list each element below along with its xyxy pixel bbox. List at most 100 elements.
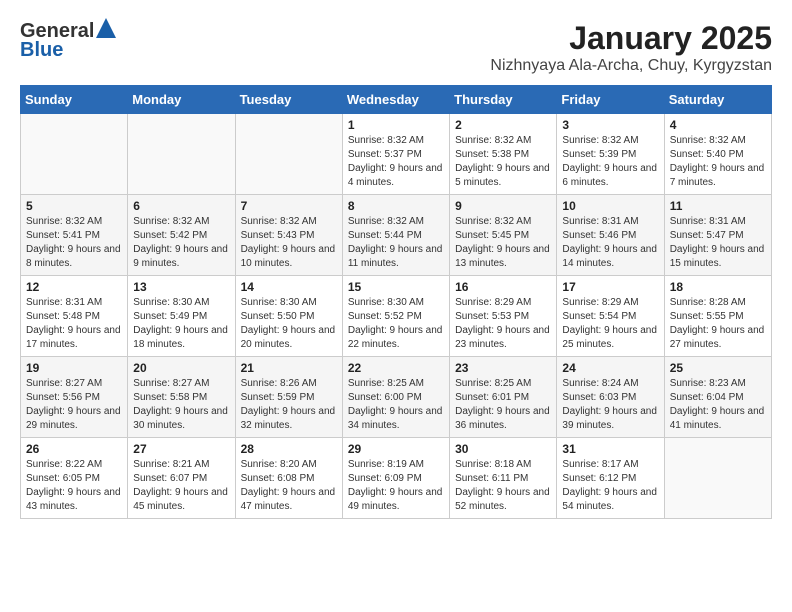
day-info: Sunrise: 8:19 AM Sunset: 6:09 PM Dayligh…: [348, 458, 444, 514]
header-row: Sunday Monday Tuesday Wednesday Thursday…: [21, 86, 772, 114]
calendar-table: Sunday Monday Tuesday Wednesday Thursday…: [20, 85, 772, 519]
header-thursday: Thursday: [450, 86, 557, 114]
day-number: 4: [670, 118, 766, 132]
calendar-cell: 26 Sunrise: 8:22 AM Sunset: 6:05 PM Dayli…: [21, 438, 128, 519]
day-number: 6: [133, 199, 229, 213]
logo-blue: Blue: [20, 39, 63, 62]
calendar-cell: 1Sunrise: 8:32 AM Sunset: 5:37 PM Daylig…: [342, 114, 449, 195]
day-info: Sunrise: 8:23 AM Sunset: 6:04 PM Dayligh…: [670, 377, 766, 433]
day-info: Sunrise: 8:31 AM Sunset: 5:47 PM Dayligh…: [670, 215, 766, 271]
day-info: Sunrise: 8:26 AM Sunset: 5:59 PM Dayligh…: [241, 377, 337, 433]
calendar-cell: 16 Sunrise: 8:29 AM Sunset: 5:53 PM Dayli…: [450, 276, 557, 357]
day-number: 30: [455, 442, 551, 456]
calendar-cell: 12 Sunrise: 8:31 AM Sunset: 5:48 PM Dayli…: [21, 276, 128, 357]
day-number: 11: [670, 199, 766, 213]
calendar-cell: 7 Sunrise: 8:32 AM Sunset: 5:43 PM Daylig…: [235, 195, 342, 276]
day-info: Sunrise: 8:25 AM Sunset: 6:00 PM Dayligh…: [348, 377, 444, 433]
day-info: Sunrise: 8:32 AM Sunset: 5:38 PM Dayligh…: [455, 134, 551, 190]
calendar-cell: 6 Sunrise: 8:32 AM Sunset: 5:42 PM Daylig…: [128, 195, 235, 276]
day-number: 14: [241, 280, 337, 294]
week-row-5: 26 Sunrise: 8:22 AM Sunset: 6:05 PM Dayli…: [21, 438, 772, 519]
calendar-cell: 19 Sunrise: 8:27 AM Sunset: 5:56 PM Dayli…: [21, 357, 128, 438]
calendar-header: Sunday Monday Tuesday Wednesday Thursday…: [21, 86, 772, 114]
day-number: 17: [562, 280, 658, 294]
calendar-cell: 22 Sunrise: 8:25 AM Sunset: 6:00 PM Dayli…: [342, 357, 449, 438]
calendar-body: 1Sunrise: 8:32 AM Sunset: 5:37 PM Daylig…: [21, 114, 772, 519]
calendar-cell: 30 Sunrise: 8:18 AM Sunset: 6:11 PM Dayli…: [450, 438, 557, 519]
day-info: Sunrise: 8:31 AM Sunset: 5:46 PM Dayligh…: [562, 215, 658, 271]
day-info: Sunrise: 8:32 AM Sunset: 5:41 PM Dayligh…: [26, 215, 122, 271]
day-number: 31: [562, 442, 658, 456]
header-sunday: Sunday: [21, 86, 128, 114]
day-info: Sunrise: 8:30 AM Sunset: 5:50 PM Dayligh…: [241, 296, 337, 352]
day-info: Sunrise: 8:32 AM Sunset: 5:40 PM Dayligh…: [670, 134, 766, 190]
calendar-cell: 13Sunrise: 8:30 AM Sunset: 5:49 PM Dayli…: [128, 276, 235, 357]
calendar-cell: 14 Sunrise: 8:30 AM Sunset: 5:50 PM Dayli…: [235, 276, 342, 357]
calendar-cell: 21 Sunrise: 8:26 AM Sunset: 5:59 PM Dayli…: [235, 357, 342, 438]
day-info: Sunrise: 8:29 AM Sunset: 5:53 PM Dayligh…: [455, 296, 551, 352]
day-number: 24: [562, 361, 658, 375]
calendar-cell: 20Sunrise: 8:27 AM Sunset: 5:58 PM Dayli…: [128, 357, 235, 438]
calendar-cell: 4 Sunrise: 8:32 AM Sunset: 5:40 PM Daylig…: [664, 114, 771, 195]
logo: General Blue: [20, 20, 116, 62]
day-number: 9: [455, 199, 551, 213]
calendar-cell: 31Sunrise: 8:17 AM Sunset: 6:12 PM Dayli…: [557, 438, 664, 519]
day-info: Sunrise: 8:32 AM Sunset: 5:44 PM Dayligh…: [348, 215, 444, 271]
title-section: January 2025 Nizhnyaya Ala-Archa, Chuy, …: [490, 20, 772, 75]
day-info: Sunrise: 8:32 AM Sunset: 5:45 PM Dayligh…: [455, 215, 551, 271]
calendar-cell: 29 Sunrise: 8:19 AM Sunset: 6:09 PM Dayli…: [342, 438, 449, 519]
day-info: Sunrise: 8:32 AM Sunset: 5:37 PM Dayligh…: [348, 134, 444, 190]
day-number: 18: [670, 280, 766, 294]
header-tuesday: Tuesday: [235, 86, 342, 114]
day-number: 26: [26, 442, 122, 456]
day-info: Sunrise: 8:32 AM Sunset: 5:43 PM Dayligh…: [241, 215, 337, 271]
calendar-cell: 24 Sunrise: 8:24 AM Sunset: 6:03 PM Dayli…: [557, 357, 664, 438]
calendar-cell: [128, 114, 235, 195]
day-info: Sunrise: 8:24 AM Sunset: 6:03 PM Dayligh…: [562, 377, 658, 433]
day-number: 5: [26, 199, 122, 213]
day-number: 19: [26, 361, 122, 375]
calendar-cell: 25Sunrise: 8:23 AM Sunset: 6:04 PM Dayli…: [664, 357, 771, 438]
week-row-4: 19 Sunrise: 8:27 AM Sunset: 5:56 PM Dayli…: [21, 357, 772, 438]
calendar-cell: 8Sunrise: 8:32 AM Sunset: 5:44 PM Daylig…: [342, 195, 449, 276]
calendar-cell: 15 Sunrise: 8:30 AM Sunset: 5:52 PM Dayli…: [342, 276, 449, 357]
calendar-cell: [664, 438, 771, 519]
day-info: Sunrise: 8:32 AM Sunset: 5:42 PM Dayligh…: [133, 215, 229, 271]
day-number: 16: [455, 280, 551, 294]
calendar-cell: [235, 114, 342, 195]
header-monday: Monday: [128, 86, 235, 114]
day-info: Sunrise: 8:29 AM Sunset: 5:54 PM Dayligh…: [562, 296, 658, 352]
day-info: Sunrise: 8:27 AM Sunset: 5:58 PM Dayligh…: [133, 377, 229, 433]
calendar-cell: 17 Sunrise: 8:29 AM Sunset: 5:54 PM Dayli…: [557, 276, 664, 357]
calendar-cell: 2Sunrise: 8:32 AM Sunset: 5:38 PM Daylig…: [450, 114, 557, 195]
day-number: 23: [455, 361, 551, 375]
day-number: 29: [348, 442, 444, 456]
day-info: Sunrise: 8:27 AM Sunset: 5:56 PM Dayligh…: [26, 377, 122, 433]
day-number: 21: [241, 361, 337, 375]
calendar-cell: 10 Sunrise: 8:31 AM Sunset: 5:46 PM Dayli…: [557, 195, 664, 276]
day-info: Sunrise: 8:18 AM Sunset: 6:11 PM Dayligh…: [455, 458, 551, 514]
calendar-cell: [21, 114, 128, 195]
header-friday: Friday: [557, 86, 664, 114]
calendar-cell: 11 Sunrise: 8:31 AM Sunset: 5:47 PM Dayli…: [664, 195, 771, 276]
calendar-cell: 18Sunrise: 8:28 AM Sunset: 5:55 PM Dayli…: [664, 276, 771, 357]
week-row-2: 5 Sunrise: 8:32 AM Sunset: 5:41 PM Daylig…: [21, 195, 772, 276]
day-number: 12: [26, 280, 122, 294]
day-number: 22: [348, 361, 444, 375]
week-row-1: 1Sunrise: 8:32 AM Sunset: 5:37 PM Daylig…: [21, 114, 772, 195]
day-info: Sunrise: 8:22 AM Sunset: 6:05 PM Dayligh…: [26, 458, 122, 514]
day-info: Sunrise: 8:20 AM Sunset: 6:08 PM Dayligh…: [241, 458, 337, 514]
day-number: 15: [348, 280, 444, 294]
calendar-cell: 27Sunrise: 8:21 AM Sunset: 6:07 PM Dayli…: [128, 438, 235, 519]
calendar-cell: 3 Sunrise: 8:32 AM Sunset: 5:39 PM Daylig…: [557, 114, 664, 195]
day-number: 10: [562, 199, 658, 213]
day-info: Sunrise: 8:25 AM Sunset: 6:01 PM Dayligh…: [455, 377, 551, 433]
day-info: Sunrise: 8:30 AM Sunset: 5:52 PM Dayligh…: [348, 296, 444, 352]
day-number: 28: [241, 442, 337, 456]
day-number: 3: [562, 118, 658, 132]
day-info: Sunrise: 8:31 AM Sunset: 5:48 PM Dayligh…: [26, 296, 122, 352]
calendar-cell: 23 Sunrise: 8:25 AM Sunset: 6:01 PM Dayli…: [450, 357, 557, 438]
day-number: 7: [241, 199, 337, 213]
calendar-cell: 9 Sunrise: 8:32 AM Sunset: 5:45 PM Daylig…: [450, 195, 557, 276]
day-info: Sunrise: 8:32 AM Sunset: 5:39 PM Dayligh…: [562, 134, 658, 190]
